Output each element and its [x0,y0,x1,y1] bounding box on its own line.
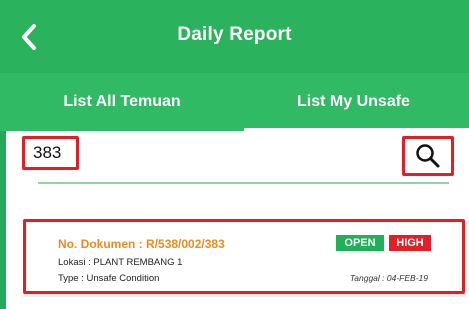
tab-list-all-temuan[interactable]: List All Temuan [6,73,238,131]
tab-label: List My Unsafe [297,93,410,110]
date-label: Tanggal : [349,273,387,283]
active-tab-indicator [244,128,469,131]
date-value: 04-FEB-19 [386,273,428,283]
priority-badge: HIGH [389,235,431,251]
report-card[interactable]: No. Dokumen : R/538/002/383 Lokasi : PLA… [23,219,465,294]
type-label: Type : [58,273,87,284]
search-button[interactable] [402,136,454,176]
type-value: Unsafe Condition [86,273,160,284]
doc-prefix: No. Dokumen : [58,237,147,251]
tab-label: List All Temuan [63,93,181,110]
search-input[interactable] [22,136,79,170]
document-number: No. Dokumen : R/538/002/383 [58,237,225,251]
status-badge: OPEN [336,235,384,251]
report-date: Tanggal : 04-FEB-19 [350,273,428,283]
app-header: Daily Report [0,0,469,73]
search-underline [38,182,449,184]
finding-type: Type : Unsafe Condition [58,273,159,284]
location-value: PLANT REMBANG 1 [93,257,183,268]
location-label: Lokasi : [58,257,94,268]
doc-number-value: R/538/002/383 [146,237,225,251]
page-title: Daily Report [177,24,292,45]
tab-list-my-unsafe[interactable]: List My Unsafe [238,73,469,131]
search-icon [416,144,440,168]
tab-bar: List All Temuan List My Unsafe [0,73,469,131]
location: Lokasi : PLANT REMBANG 1 [58,257,182,268]
